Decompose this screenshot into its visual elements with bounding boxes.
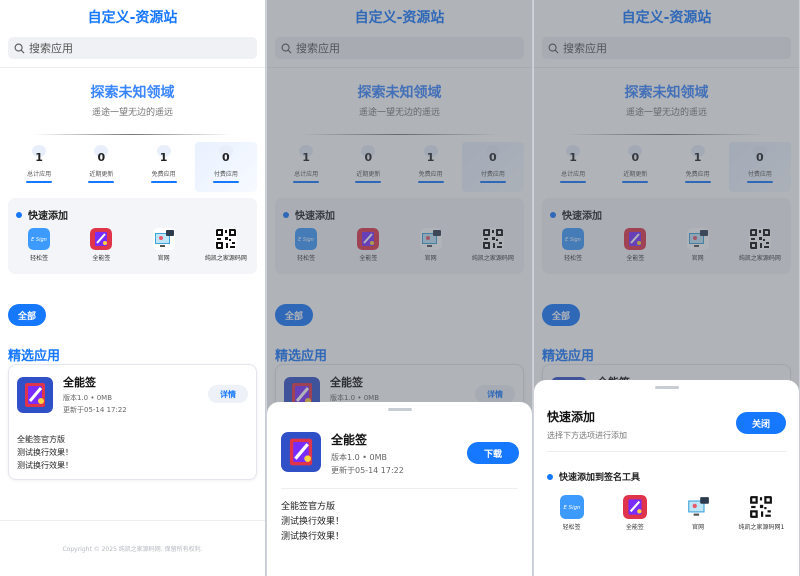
app-description: 全能签官方版 测试换行效果！ 测试换行效果！ (281, 500, 344, 545)
app-name: 全能签 (63, 376, 96, 389)
section-title: 精选应用 (8, 349, 61, 364)
sheet-section-title: 快速添加到签名工具 (559, 473, 641, 483)
stat-total: 1 总计应用 (8, 142, 70, 192)
app-detail-sheet: 全能签 版本1.0 • 0MB 更新于05-14 17:22 下载 全能签官方版… (267, 402, 532, 576)
quick-add-item-website[interactable]: 官网 (133, 228, 195, 262)
stats-row: 1 总计应用 0 近期更新 1 免费应用 0 付费应用 (8, 142, 257, 192)
quick-add-label: 轻松签 (30, 255, 49, 262)
description-line: 测试换行效果！ (17, 461, 73, 470)
sheet-item-label: 官网 (692, 524, 705, 531)
stat-label: 近期更新 (89, 171, 114, 178)
bullet-dot-icon (16, 211, 22, 218)
qingsongqian-icon: E Sign (559, 495, 584, 519)
sheet-subtitle: 选择下方选项进行添加 (547, 431, 627, 440)
divider (0, 520, 265, 521)
stat-recent: 0 近期更新 (70, 142, 132, 192)
stat-value: 1 (159, 151, 168, 164)
divider (281, 488, 518, 489)
quick-add-title: 快速添加 (28, 211, 68, 222)
quick-add-label: 全能签 (92, 255, 111, 262)
quick-add-sheet: 快速添加 选择下方选项进行添加 关闭 快速添加到签名工具 E Sign 轻松签 … (534, 380, 799, 576)
app-card[interactable]: 全能签 版本1.0 • 0MB 更新于05-14 17:22 详情 全能签官方版… (8, 364, 257, 480)
description-line: 全能签官方版 (281, 502, 336, 512)
website-icon (152, 228, 175, 250)
stat-value: 1 (35, 151, 43, 164)
quick-add-label: 纯凯之家源码网 (204, 255, 247, 262)
sheet-section-heading: 快速添加到签名工具 (547, 470, 640, 483)
qrcode-icon (214, 228, 237, 250)
description-line: 测试换行效果！ (17, 448, 73, 457)
hero-divider (34, 134, 231, 135)
divider (0, 67, 265, 68)
app-description: 全能签官方版 测试换行效果！ 测试换行效果！ (17, 433, 73, 472)
quannengqian-icon (622, 495, 647, 519)
app-updated: 更新于05-14 17:22 (63, 406, 127, 414)
quannengqian-icon (90, 228, 113, 250)
stat-free: 1 免费应用 (133, 142, 195, 192)
sheet-item-website[interactable]: 官网 (667, 495, 730, 531)
description-line: 全能签官方版 (17, 435, 65, 444)
esign-logo-text: E Sign (31, 237, 47, 243)
phone-screen-home: 自定义-资源站 搜索应用 探索未知领域 遥途一望无边的遥远 1 总计应用 0 近期更… (0, 0, 266, 576)
description-line: 测试换行效果！ (281, 532, 345, 542)
close-button[interactable]: 关闭 (736, 412, 786, 434)
stat-value: 0 (97, 151, 106, 164)
search-icon (14, 43, 25, 53)
page-title: 自定义-资源站 (87, 10, 178, 26)
quick-add-label: 官网 (157, 255, 170, 262)
stat-paid: 0 付费应用 (194, 142, 257, 192)
stat-label: 付费应用 (213, 171, 238, 178)
app-version: 版本1.0 • 0MB (331, 453, 388, 462)
sheet-item-qrcode[interactable]: 纯凯之家源码网1 (730, 495, 793, 531)
description-line: 测试换行效果！ (281, 517, 345, 527)
divider (547, 451, 786, 452)
qingsongqian-icon: E Sign (28, 228, 51, 250)
stat-value: 0 (222, 151, 230, 164)
sheet-item-label: 全能签 (625, 524, 644, 531)
app-updated: 更新于05-14 17:22 (331, 466, 404, 475)
quannengqian-app-icon (17, 377, 53, 413)
app-version: 版本1.0 • 0MB (63, 394, 113, 402)
sheet-drag-handle[interactable] (387, 408, 412, 411)
search-input[interactable]: 搜索应用 (8, 37, 257, 59)
sheet-item-label: 纯凯之家源码网1 (738, 524, 785, 531)
stat-label: 免费应用 (151, 171, 176, 178)
quick-add-item-qrcode[interactable]: 纯凯之家源码网 (195, 228, 257, 262)
quick-add-item-qingsongqian[interactable]: E Sign 轻松签 (8, 228, 70, 262)
copyright: Copyright © 2025 纯凯之家源码网. 保留所有权利. (62, 546, 203, 553)
filter-all-button[interactable]: 全部 (8, 304, 46, 326)
quannengqian-app-icon (281, 432, 321, 472)
sheet-drag-handle[interactable] (654, 386, 679, 389)
hero-title: 探索未知领域 (90, 85, 175, 101)
phone-screen-app-detail: 自定义-资源站 搜索应用 探索未知领域 遥途一望无边的遥远 1 总计应用 0 近期更… (267, 0, 533, 576)
phone-screen-quick-add: 自定义-资源站 搜索应用 探索未知领域 遥途一望无边的遥远 1 总计应用 0 近期更… (534, 0, 800, 576)
website-icon (686, 495, 711, 519)
hero-subtitle: 遥途一望无边的遥远 (91, 108, 173, 118)
sheet-title: 快速添加 (547, 410, 596, 424)
quick-add-panel: 快速添加 E Sign 轻松签 全能签 官网 纯凯之家源码网 (8, 198, 257, 274)
sheet-item-label: 轻松签 (562, 524, 581, 531)
esign-logo-text: E Sign (563, 505, 581, 511)
sheet-item-quannengqian[interactable]: 全能签 (603, 495, 666, 531)
quick-add-heading: 快速添加 (16, 207, 68, 222)
detail-button[interactable]: 详情 (208, 385, 248, 403)
bullet-dot-icon (547, 473, 553, 480)
quick-add-item-quannengqian[interactable]: 全能签 (70, 228, 132, 262)
download-button[interactable]: 下载 (467, 442, 519, 464)
stat-label: 总计应用 (27, 171, 52, 178)
qrcode-icon (749, 495, 774, 519)
app-name: 全能签 (331, 433, 368, 447)
search-placeholder: 搜索应用 (29, 42, 73, 55)
sheet-item-qingsongqian[interactable]: E Sign 轻松签 (540, 495, 603, 531)
